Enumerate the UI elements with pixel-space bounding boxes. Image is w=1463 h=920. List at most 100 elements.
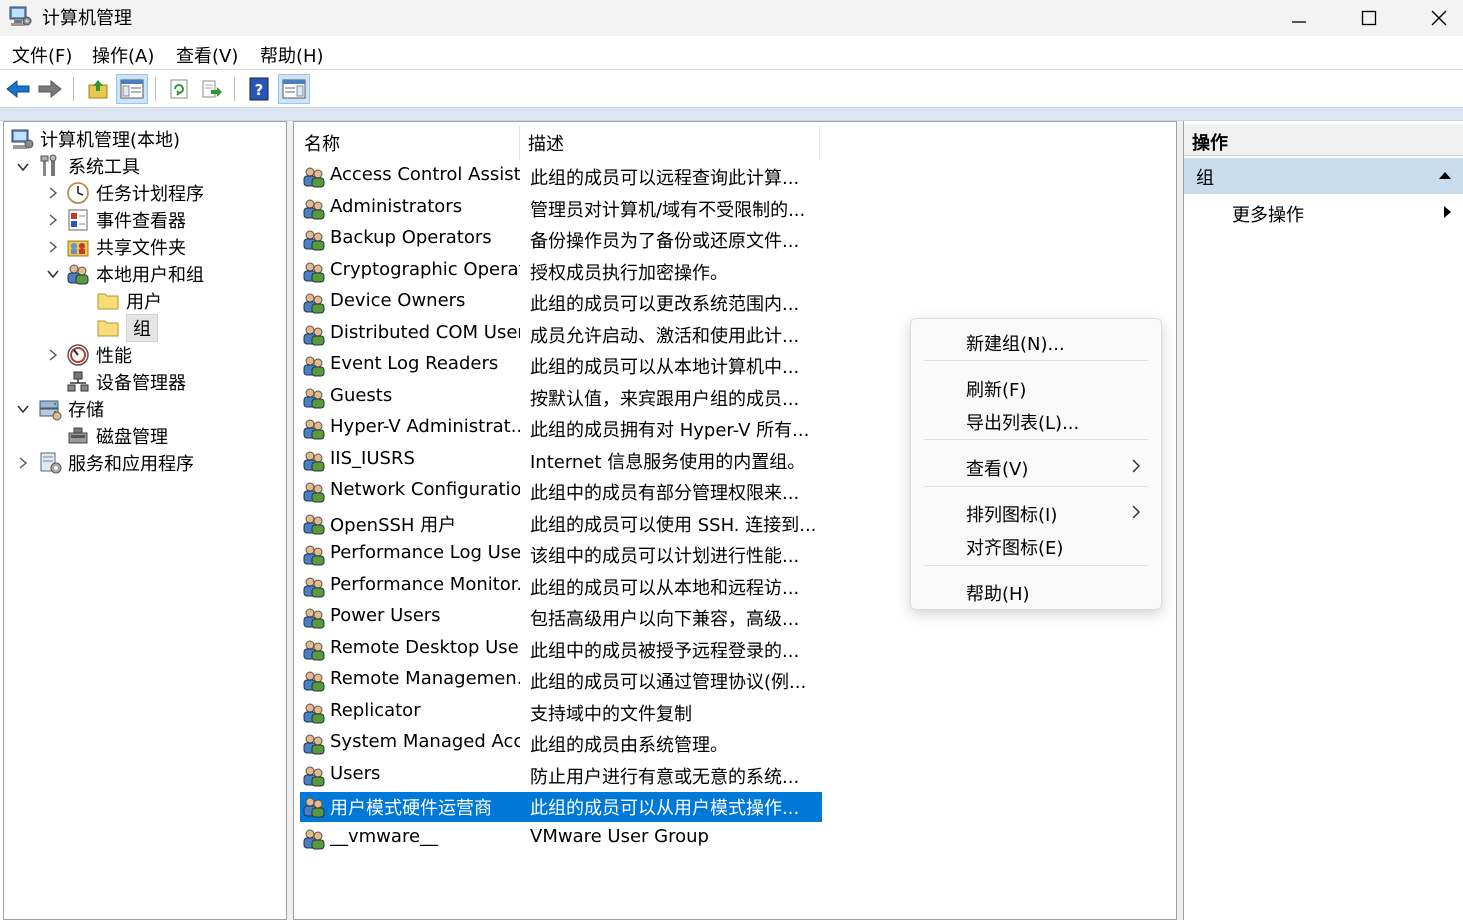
table-row[interactable]: IIS_IUSRS Internet 信息服务使用的内置组。 <box>300 446 822 476</box>
group-description: 该组中的成员可以计划进行性能... <box>530 546 800 567</box>
table-row[interactable]: Event Log Readers 此组的成员可以从本地计算机中... <box>300 351 822 381</box>
chevron-right-icon <box>1132 505 1141 519</box>
show-hide-console-tree-button[interactable] <box>116 74 148 104</box>
table-row[interactable]: Cryptographic Operat... 授权成员执行加密操作。 <box>300 257 822 287</box>
group-name: Remote Managemen... <box>330 668 520 689</box>
menu-file[interactable]: 文件(F) <box>12 42 72 68</box>
table-row[interactable]: System Managed Acc... 此组的成员由系统管理。 <box>300 729 822 759</box>
forward-button[interactable] <box>34 74 66 104</box>
group-description: 按默认值，来宾跟用户组的成员... <box>530 388 800 410</box>
tree-label: 存储 <box>68 399 104 421</box>
tree-item-performance[interactable]: 性能 <box>66 341 132 368</box>
action-group-header[interactable]: 组 <box>1184 158 1463 194</box>
table-row[interactable]: Replicator 支持域中的文件复制 <box>300 698 822 728</box>
tree-label: 磁盘管理 <box>96 426 168 448</box>
menu-item-align-icons[interactable]: 对齐图标(E) <box>911 529 1161 561</box>
table-row[interactable]: Network Configuratio... 此组中的成员有部分管理权限来... <box>300 477 822 507</box>
help-button[interactable]: ? <box>243 74 275 104</box>
group-name: Hyper-V Administrat... <box>330 416 520 437</box>
menu-separator <box>924 439 1148 440</box>
minimize-button[interactable] <box>1264 0 1334 36</box>
tree-label: 组 <box>126 313 158 342</box>
menu-help[interactable]: 帮助(H) <box>260 42 324 68</box>
menu-item-new-group[interactable]: 新建组(N)... <box>911 325 1161 357</box>
column-header-name[interactable]: 名称 <box>296 126 520 160</box>
group-name: __vmware__ <box>330 825 439 847</box>
menu-item-view[interactable]: 查看(V) <box>911 450 1161 482</box>
chevron-right-icon[interactable] <box>46 213 60 227</box>
table-row[interactable]: Guests 按默认值，来宾跟用户组的成员... <box>300 383 822 413</box>
menu-item-refresh[interactable]: 刷新(F) <box>911 371 1161 403</box>
group-name: Device Owners <box>330 290 466 311</box>
group-name: Backup Operators <box>330 227 492 248</box>
table-row[interactable]: Hyper-V Administrat... 此组的成员拥有对 Hyper-V 所… <box>300 414 822 444</box>
tree-item-shared-folders[interactable]: 共享文件夹 <box>66 233 186 260</box>
tree-item-users[interactable]: 用户 <box>96 287 162 314</box>
group-icon <box>303 703 325 723</box>
table-row[interactable]: OpenSSH 用户 此组的成员可以使用 SSH. 连接到... <box>300 509 822 539</box>
table-row[interactable]: __vmware__ VMware User Group <box>300 824 822 854</box>
chevron-right-icon[interactable] <box>46 186 60 200</box>
chevron-right-icon[interactable] <box>46 240 60 254</box>
tree-item-local-users-groups[interactable]: 本地用户和组 <box>66 260 204 287</box>
tree-item-computer-management[interactable]: 计算机管理(本地) <box>10 125 180 152</box>
export-list-button[interactable] <box>196 74 228 104</box>
table-row[interactable]: Backup Operators 备份操作员为了备份或还原文件... <box>300 225 822 255</box>
column-header-description[interactable]: 描述 <box>520 126 820 160</box>
tree-item-device-manager[interactable]: 设备管理器 <box>66 368 186 395</box>
table-row[interactable]: Power Users 包括高级用户以向下兼容，高级... <box>300 603 822 633</box>
menu-item-arrange-icons[interactable]: 排列图标(I) <box>911 496 1161 528</box>
group-description: 此组的成员可以更改系统范围内... <box>530 294 800 315</box>
table-row[interactable]: Performance Monitor... 此组的成员可以从本地和远程访... <box>300 572 822 602</box>
back-button[interactable] <box>2 74 34 104</box>
collapse-up-icon[interactable] <box>1438 170 1452 180</box>
menu-item-help[interactable]: 帮助(H) <box>911 575 1161 607</box>
up-level-button[interactable] <box>82 74 114 104</box>
table-row[interactable]: Remote Managemen... 此组的成员可以通过管理协议(例... <box>300 666 822 696</box>
action-group-label: 组 <box>1196 168 1214 189</box>
table-row[interactable]: Users 防止用户进行有意或无意的系统... <box>300 761 822 791</box>
maximize-icon <box>1361 10 1377 26</box>
refresh-button[interactable] <box>163 74 195 104</box>
chevron-right-icon[interactable] <box>16 456 30 470</box>
more-actions-label: 更多操作 <box>1232 205 1304 226</box>
table-row[interactable]: Administrators 管理员对计算机/域有不受限制的... <box>300 194 822 224</box>
tree-item-groups[interactable]: 组 <box>96 313 158 342</box>
tree-item-disk-management[interactable]: 磁盘管理 <box>66 422 168 449</box>
group-icon <box>303 419 325 440</box>
show-hide-action-pane-button[interactable] <box>278 74 310 104</box>
menu-view[interactable]: 查看(V) <box>176 42 238 68</box>
menu-item-label: 对齐图标(E) <box>966 538 1064 559</box>
chevron-right-icon[interactable] <box>46 348 60 362</box>
tree-item-system-tools[interactable]: 系统工具 <box>38 152 140 179</box>
group-icon <box>303 482 325 503</box>
table-row[interactable]: Access Control Assist... 此组的成员可以远程查询此计算..… <box>300 162 822 192</box>
table-row[interactable]: Remote Desktop Users 此组中的成员被授予远程登录的... <box>300 635 822 665</box>
tree-item-storage[interactable]: 存储 <box>38 395 104 422</box>
disk-icon <box>68 427 88 443</box>
tree-item-event-viewer[interactable]: 事件查看器 <box>66 206 186 233</box>
chevron-down-icon[interactable] <box>16 160 30 174</box>
group-icon <box>303 230 325 251</box>
table-row[interactable]: Device Owners 此组的成员可以更改系统范围内... <box>300 288 822 318</box>
group-description: 成员允许启动、激活和使用此计... <box>530 325 800 347</box>
group-icon <box>303 388 325 408</box>
submenu-arrow-icon <box>1444 206 1451 218</box>
tree-item-services-apps[interactable]: 服务和应用程序 <box>38 449 194 476</box>
menu-item-export-list[interactable]: 导出列表(L)... <box>911 404 1161 436</box>
maximize-button[interactable] <box>1334 0 1404 36</box>
chevron-down-icon[interactable] <box>16 402 30 416</box>
menu-item-label: 新建组(N)... <box>966 334 1065 355</box>
menu-separator <box>924 360 1148 361</box>
group-icon <box>303 167 325 188</box>
table-row[interactable]: 用户模式硬件运营商 此组的成员可以从用户模式操作... <box>300 792 822 822</box>
menu-action[interactable]: 操作(A) <box>92 42 154 68</box>
more-actions-item[interactable]: 更多操作 <box>1184 196 1463 228</box>
group-name: Remote Desktop Users <box>330 636 520 658</box>
chevron-down-icon[interactable] <box>46 267 60 281</box>
table-row[interactable]: Distributed COM Users 成员允许启动、激活和使用此计... <box>300 320 822 350</box>
tree-item-task-scheduler[interactable]: 任务计划程序 <box>66 179 204 206</box>
close-button[interactable] <box>1404 0 1463 36</box>
tree-label: 系统工具 <box>68 156 140 178</box>
table-row[interactable]: Performance Log Users 该组中的成员可以计划进行性能... <box>300 540 822 570</box>
